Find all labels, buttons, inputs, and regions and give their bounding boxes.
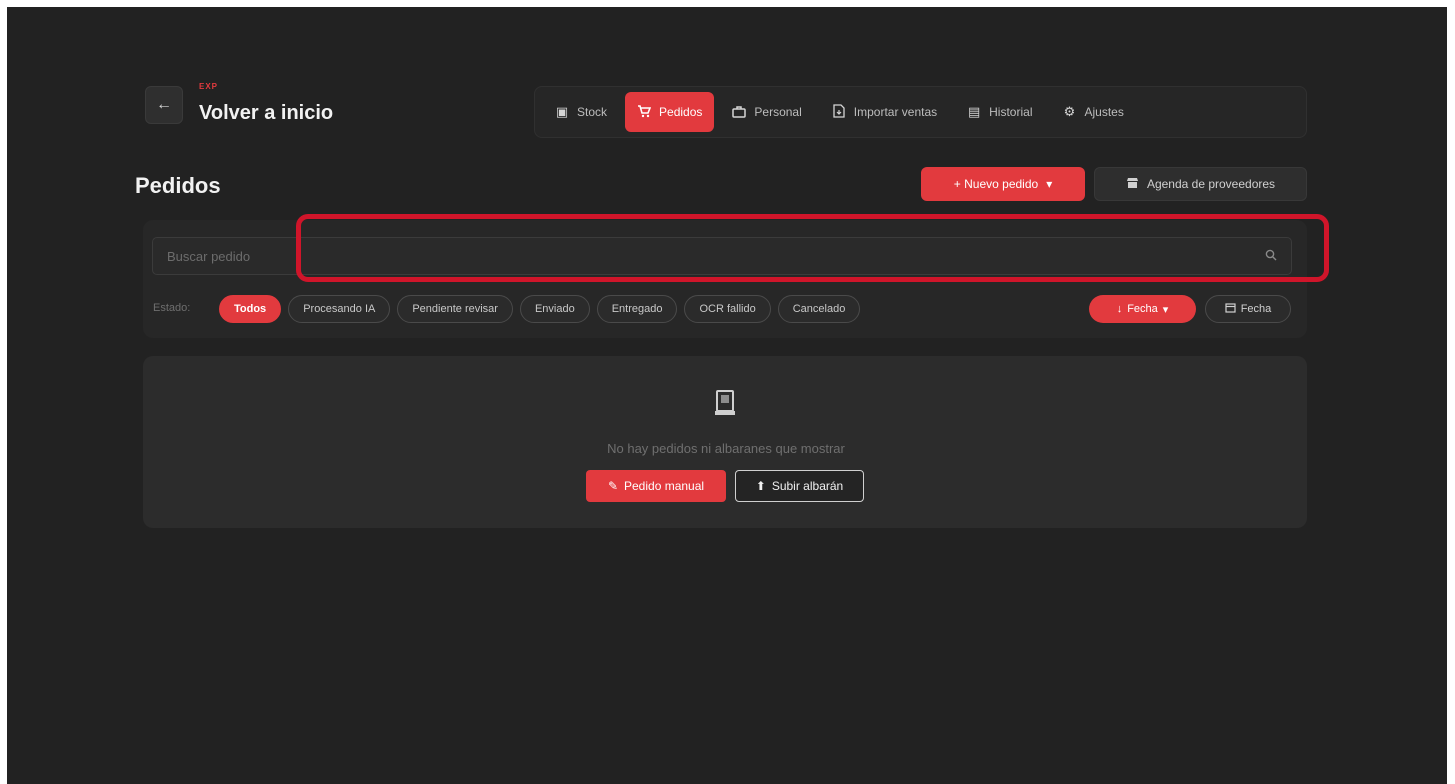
manual-order-label: Pedido manual: [624, 479, 705, 493]
store-icon: [1126, 177, 1139, 192]
filter-chip-ocr-fallido[interactable]: OCR fallido: [684, 295, 771, 323]
nav-item-label: Stock: [577, 105, 608, 119]
nav-item-label: Personal: [754, 105, 802, 119]
filter-chip-pendiente-revisar[interactable]: Pendiente revisar: [397, 295, 513, 323]
nav-item-stock[interactable]: ▣ Stock: [543, 92, 619, 132]
search-box[interactable]: [152, 237, 1292, 275]
filter-chip-entregado[interactable]: Entregado: [596, 295, 678, 323]
nav-item-label: Importar ventas: [853, 105, 938, 119]
new-order-label: + Nuevo pedido: [953, 177, 1039, 191]
sort-icon: ↓: [1116, 303, 1123, 315]
top-nav: ▣ Stock Pedidos Personal Importar ventas…: [534, 86, 1307, 138]
new-order-button[interactable]: + Nuevo pedido ▾: [921, 167, 1085, 201]
date-filter-label: Fecha: [1240, 303, 1272, 315]
file-import-icon: [832, 103, 846, 121]
search-input[interactable]: [167, 248, 1265, 264]
date-filter-button[interactable]: Fecha: [1205, 295, 1291, 323]
filter-chip-cancelado[interactable]: Cancelado: [777, 295, 861, 323]
filter-chip-procesando-ia[interactable]: Procesando IA: [288, 295, 391, 323]
empty-state-message: No hay pedidos ni albaranes que mostrar: [607, 441, 845, 456]
nav-item-pedidos[interactable]: Pedidos: [625, 92, 715, 132]
nav-item-historial[interactable]: ▤ Historial: [955, 92, 1044, 132]
manual-order-button[interactable]: ✎ Pedido manual: [586, 470, 726, 502]
filter-chip-enviado[interactable]: Enviado: [519, 295, 590, 323]
supplier-agenda-label: Agenda de proveedores: [1146, 177, 1276, 191]
pencil-icon: ✎: [607, 479, 618, 493]
upload-delivery-note-button[interactable]: ⬆ Subir albarán: [735, 470, 864, 502]
back-to-home-link[interactable]: Volver a inicio: [199, 102, 333, 125]
gear-icon: ⚙: [1063, 104, 1076, 119]
cart-icon: [637, 104, 652, 121]
chevron-down-icon: ▾: [1162, 303, 1169, 316]
supplier-agenda-button[interactable]: Agenda de proveedores: [1094, 167, 1307, 201]
nav-item-personal[interactable]: Personal: [720, 92, 813, 132]
sort-by-date-button[interactable]: ↓ Fecha ▾: [1089, 295, 1196, 323]
calendar-icon: [1225, 302, 1236, 316]
brand-tag: EXP: [199, 82, 219, 91]
nav-item-label: Historial: [989, 105, 1033, 119]
nav-item-ajustes[interactable]: ⚙ Ajustes: [1050, 92, 1135, 132]
arrow-left-icon: ←: [156, 96, 172, 113]
chevron-down-icon: ▾: [1046, 177, 1053, 191]
page-title: Pedidos: [135, 173, 221, 198]
status-filter-label: Estado:: [153, 302, 191, 314]
back-button[interactable]: ←: [145, 86, 183, 124]
document-icon: [712, 389, 740, 419]
nav-item-label: Pedidos: [659, 105, 703, 119]
nav-item-importar-ventas[interactable]: Importar ventas: [820, 92, 949, 132]
nav-item-label: Ajustes: [1084, 105, 1124, 119]
history-icon: ▤: [967, 104, 981, 119]
upload-icon: ⬆: [755, 479, 766, 493]
search-icon: [1265, 249, 1277, 264]
staff-icon: [732, 104, 747, 121]
box-icon: ▣: [555, 104, 569, 119]
sort-label: Fecha: [1127, 303, 1158, 315]
filter-chip-todos[interactable]: Todos: [219, 295, 282, 323]
upload-label: Subir albarán: [771, 479, 844, 493]
status-filter-chips: Todos Procesando IA Pendiente revisar En…: [219, 295, 861, 323]
